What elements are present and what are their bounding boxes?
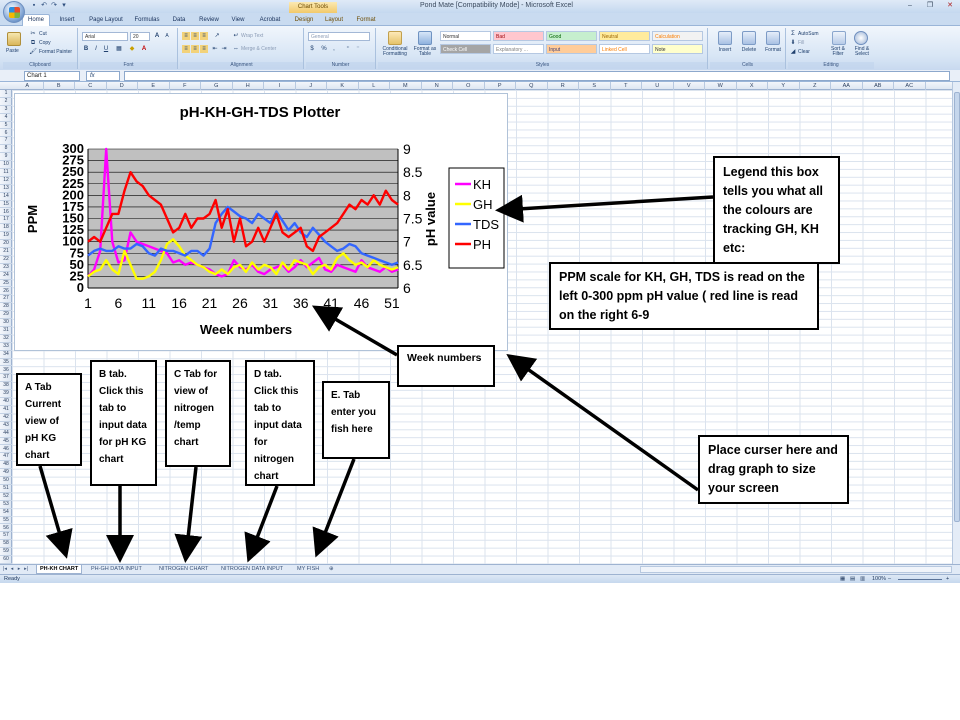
resize-handle-arrow xyxy=(506,353,700,492)
office-logo-icon xyxy=(9,7,20,18)
tab-c-arrow xyxy=(174,466,203,563)
office-button[interactable] xyxy=(3,1,25,23)
tab-a-arrow xyxy=(38,465,73,559)
tab-d-arrow xyxy=(244,485,279,563)
week-numbers-arrow xyxy=(311,305,398,357)
annotation-arrows xyxy=(38,194,714,563)
legend-arrow xyxy=(495,194,714,223)
tab-e-arrow xyxy=(312,458,356,558)
